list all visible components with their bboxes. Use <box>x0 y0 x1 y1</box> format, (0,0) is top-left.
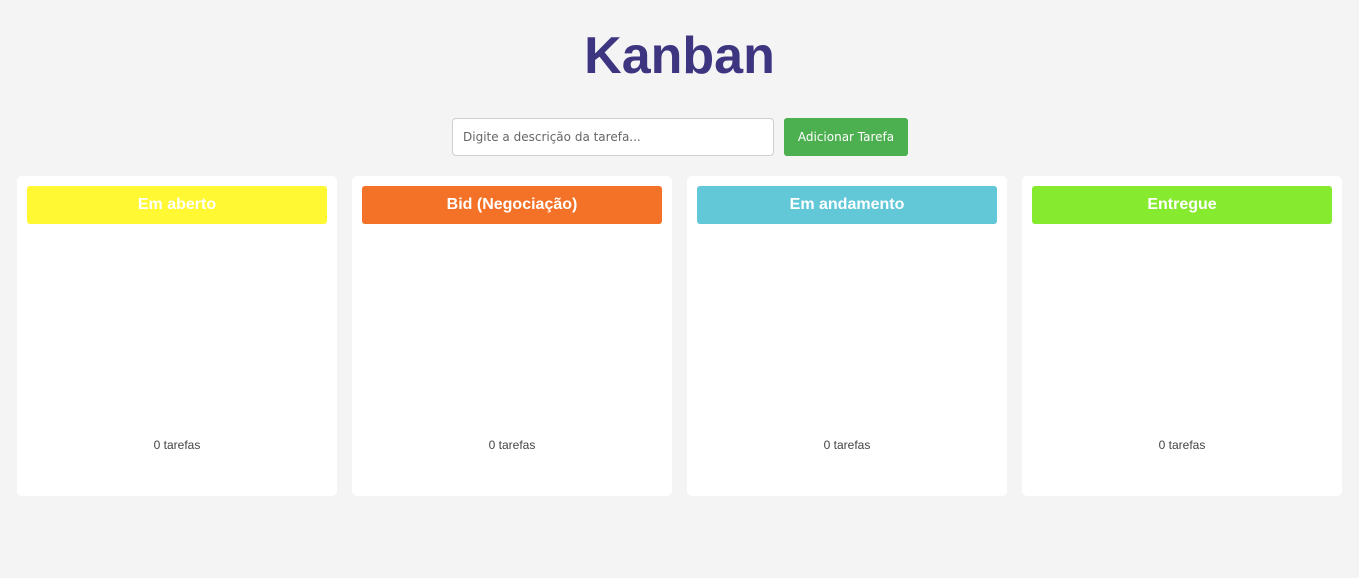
task-description-input[interactable] <box>452 118 774 156</box>
column-header: Em andamento <box>697 186 997 224</box>
kanban-board: Em aberto 0 tarefas Bid (Negociação) 0 t… <box>17 176 1342 496</box>
add-task-form: Adicionar Tarefa <box>452 118 908 156</box>
page-title: Kanban <box>584 27 775 85</box>
column-header: Bid (Negociação) <box>362 186 662 224</box>
add-task-button[interactable]: Adicionar Tarefa <box>784 118 908 156</box>
kanban-page: Kanban Adicionar Tarefa Em aberto 0 tare… <box>0 0 1359 578</box>
task-count: 0 tarefas <box>153 438 201 452</box>
column-dropzone[interactable] <box>1032 234 1332 406</box>
column-dropzone[interactable] <box>697 234 997 406</box>
column-header: Em aberto <box>27 186 327 224</box>
column-entregue: Entregue 0 tarefas <box>1022 176 1342 496</box>
column-bid-negociacao: Bid (Negociação) 0 tarefas <box>352 176 672 496</box>
column-dropzone[interactable] <box>362 234 662 406</box>
task-count: 0 tarefas <box>1158 438 1206 452</box>
column-dropzone[interactable] <box>27 234 327 406</box>
column-em-andamento: Em andamento 0 tarefas <box>687 176 1007 496</box>
column-header: Entregue <box>1032 186 1332 224</box>
task-count: 0 tarefas <box>823 438 871 452</box>
task-count: 0 tarefas <box>488 438 536 452</box>
column-em-aberto: Em aberto 0 tarefas <box>17 176 337 496</box>
